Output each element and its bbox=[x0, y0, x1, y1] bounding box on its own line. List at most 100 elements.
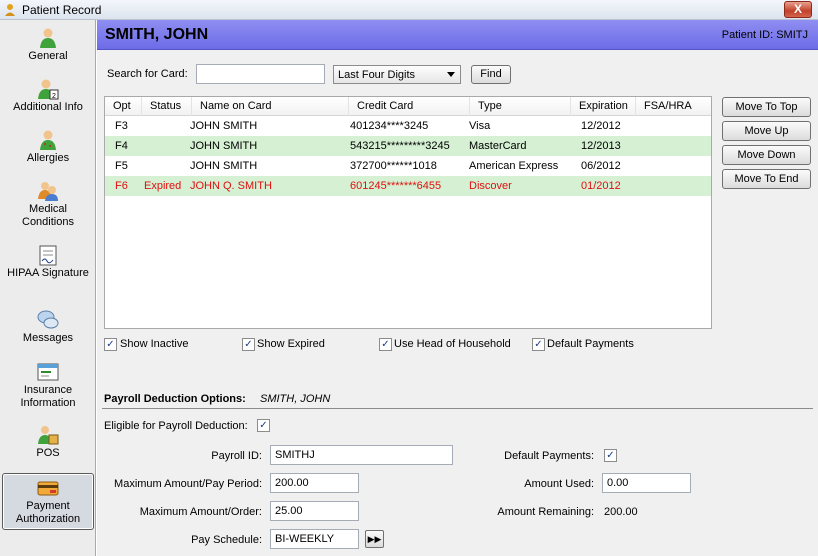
search-input[interactable] bbox=[196, 64, 325, 84]
default-payments-filter-checkbox[interactable]: ✓ Default Payments bbox=[532, 338, 652, 354]
sidebar-item-label: Medical Conditions bbox=[22, 203, 74, 228]
person-allergy-icon bbox=[40, 130, 56, 150]
cell-type: Visa bbox=[469, 120, 491, 132]
cell-expiration: 12/2012 bbox=[581, 120, 621, 132]
cell-type: American Express bbox=[469, 160, 559, 172]
move-to-top-button[interactable]: Move To Top bbox=[722, 97, 811, 117]
checkbox-box[interactable]: ✓ bbox=[379, 338, 392, 351]
cell-name: JOHN SMITH bbox=[190, 140, 258, 152]
default-payments-checkbox[interactable]: ✓ bbox=[604, 449, 617, 462]
table-row[interactable]: F5 JOHN SMITH 372700******1018 American … bbox=[105, 156, 711, 176]
table-header: Opt Status Name on Card Credit Card Type… bbox=[105, 97, 711, 116]
cell-opt: F3 bbox=[115, 120, 128, 132]
sidebar-item-label: Messages bbox=[22, 332, 74, 344]
column-header-fsa-hra[interactable]: FSA/HRA bbox=[635, 97, 711, 116]
sidebar-item-additional-info[interactable]: 2 Additional Info bbox=[2, 78, 94, 118]
column-header-card[interactable]: Credit Card bbox=[348, 97, 469, 116]
column-header-status[interactable]: Status bbox=[141, 97, 191, 116]
max-order-field[interactable]: 25.00 bbox=[270, 501, 359, 521]
cell-card: 372700******1018 bbox=[350, 160, 437, 172]
sidebar-item-label: Insurance Information bbox=[20, 384, 76, 409]
move-down-button[interactable]: Move Down bbox=[722, 145, 811, 165]
default-payments-label: Default Payments: bbox=[504, 450, 594, 462]
table-row[interactable]: F4 JOHN SMITH 543215*********3245 Master… bbox=[105, 136, 711, 156]
search-mode-select[interactable]: Last Four Digits bbox=[333, 65, 461, 84]
sidebar-item-label: Additional Info bbox=[13, 101, 83, 113]
max-period-field[interactable]: 200.00 bbox=[270, 473, 359, 493]
amount-remaining-value: 200.00 bbox=[604, 506, 638, 518]
cell-name: JOHN Q. SMITH bbox=[190, 180, 272, 192]
patient-header: SMITH, JOHN Patient ID: SMITJ bbox=[97, 20, 818, 50]
card-table[interactable]: Opt Status Name on Card Credit Card Type… bbox=[104, 96, 712, 329]
cell-expiration: 06/2012 bbox=[581, 160, 621, 172]
checkbox-box[interactable]: ✓ bbox=[532, 338, 545, 351]
find-button[interactable]: Find bbox=[471, 65, 511, 84]
sidebar-item-messages[interactable]: Messages bbox=[2, 309, 94, 349]
sidebar-item-label: General bbox=[28, 50, 68, 62]
cell-opt: F4 bbox=[115, 140, 128, 152]
sidebar-item-allergies[interactable]: Allergies bbox=[2, 129, 94, 169]
amount-remaining-label: Amount Remaining: bbox=[497, 506, 594, 518]
credit-card-icon bbox=[37, 481, 59, 496]
column-header-name[interactable]: Name on Card bbox=[191, 97, 348, 116]
sidebar: General 2 Additional Info Allergies Medi… bbox=[0, 20, 96, 556]
checkbox-label: Show Expired bbox=[257, 338, 325, 350]
sidebar-item-insurance-information[interactable]: Insurance Information bbox=[2, 361, 94, 415]
cell-card: 601245*******6455 bbox=[350, 180, 442, 192]
cell-status: Expired bbox=[144, 180, 182, 192]
medical-conditions-icon bbox=[38, 182, 58, 201]
max-period-label: Maximum Amount/Pay Period: bbox=[114, 478, 262, 490]
cell-card: 401234****3245 bbox=[350, 120, 429, 132]
cell-expiration: 12/2013 bbox=[581, 140, 621, 152]
checkbox-label: Default Payments bbox=[547, 338, 634, 350]
cell-expiration: 01/2012 bbox=[581, 180, 621, 192]
checkbox-box[interactable]: ✓ bbox=[104, 338, 117, 351]
cell-name: JOHN SMITH bbox=[190, 160, 258, 172]
pos-icon bbox=[38, 426, 59, 445]
pay-schedule-field[interactable]: BI-WEEKLY bbox=[270, 529, 359, 549]
payroll-section-title: Payroll Deduction Options: bbox=[104, 393, 246, 405]
chevron-down-icon bbox=[447, 72, 455, 77]
move-up-button[interactable]: Move Up bbox=[722, 121, 811, 141]
sidebar-item-label: Payment Authorization bbox=[15, 500, 81, 525]
amount-used-label: Amount Used: bbox=[524, 478, 594, 490]
person-green-icon bbox=[40, 28, 56, 48]
signature-icon bbox=[39, 245, 57, 266]
column-header-expiration[interactable]: Expiration bbox=[570, 97, 635, 116]
sidebar-item-pos[interactable]: POS bbox=[2, 424, 94, 464]
table-row[interactable]: F6 Expired JOHN Q. SMITH 601245*******64… bbox=[105, 176, 711, 196]
amount-used-field[interactable]: 0.00 bbox=[602, 473, 691, 493]
sidebar-item-payment-authorization[interactable]: Payment Authorization bbox=[2, 473, 94, 530]
use-head-of-household-checkbox[interactable]: ✓ Use Head of Household bbox=[379, 338, 529, 354]
person-info-icon: 2 bbox=[38, 79, 59, 100]
search-mode-value: Last Four Digits bbox=[338, 69, 416, 81]
sidebar-item-label: Allergies bbox=[26, 152, 70, 164]
show-inactive-checkbox[interactable]: ✓ Show Inactive bbox=[104, 338, 224, 354]
move-to-end-button[interactable]: Move To End bbox=[722, 169, 811, 189]
checkbox-box[interactable]: ✓ bbox=[242, 338, 255, 351]
eligible-label: Eligible for Payroll Deduction: bbox=[104, 420, 248, 432]
show-expired-checkbox[interactable]: ✓ Show Expired bbox=[242, 338, 352, 354]
sidebar-item-general[interactable]: General bbox=[2, 27, 94, 67]
title-bar: Patient Record X bbox=[0, 0, 818, 20]
column-header-opt[interactable]: Opt bbox=[105, 97, 141, 116]
section-divider bbox=[102, 408, 813, 409]
payroll-id-field[interactable]: SMITHJ bbox=[270, 445, 453, 465]
eligible-checkbox[interactable]: ✓ bbox=[257, 419, 270, 432]
cell-opt: F6 bbox=[115, 180, 128, 192]
table-row[interactable]: F3 JOHN SMITH 401234****3245 Visa 12/201… bbox=[105, 116, 711, 136]
insurance-icon bbox=[37, 363, 59, 381]
sidebar-item-hipaa-signature[interactable]: HIPAA Signature bbox=[2, 244, 94, 298]
sidebar-item-medical-conditions[interactable]: Medical Conditions bbox=[2, 180, 94, 234]
pay-schedule-label: Pay Schedule: bbox=[191, 534, 262, 546]
close-button[interactable]: X bbox=[784, 1, 812, 18]
messages-icon bbox=[37, 310, 59, 329]
column-header-type[interactable]: Type bbox=[469, 97, 570, 116]
search-label: Search for Card: bbox=[107, 68, 188, 80]
sidebar-item-label: POS bbox=[36, 447, 60, 459]
checkbox-label: Use Head of Household bbox=[394, 338, 511, 350]
cell-type: MasterCard bbox=[469, 140, 527, 152]
patient-name: SMITH, JOHN bbox=[105, 26, 209, 43]
payroll-id-label: Payroll ID: bbox=[211, 450, 262, 462]
pay-schedule-picker-button[interactable]: ▶▶ bbox=[365, 530, 384, 548]
